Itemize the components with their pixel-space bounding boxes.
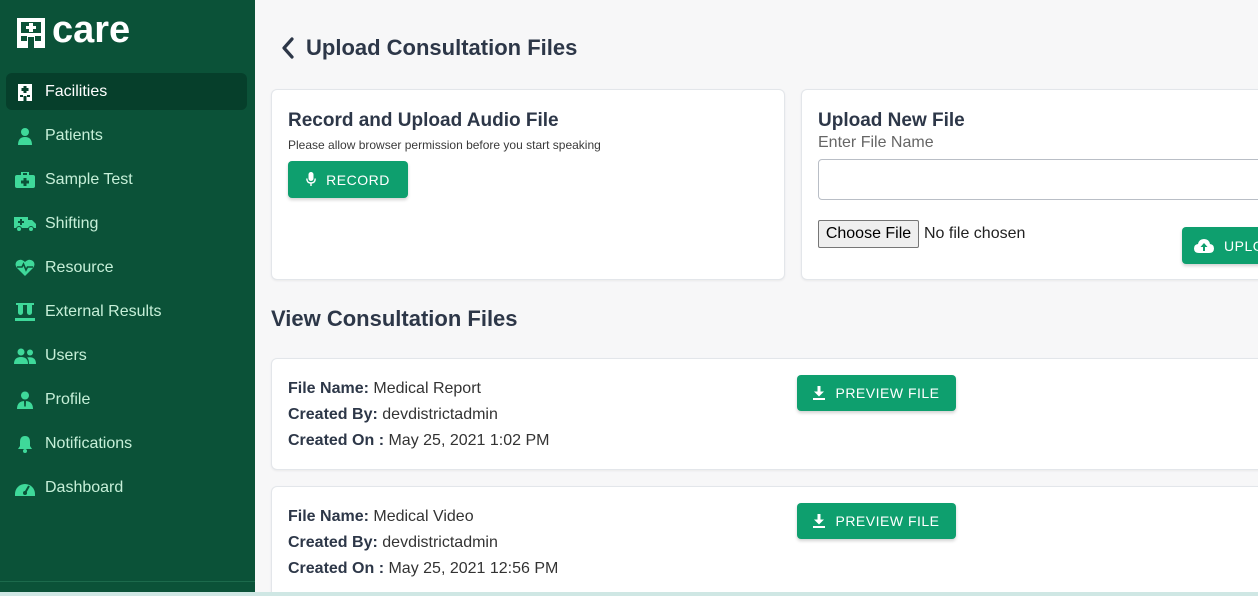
file-card: File Name: Medical Report Created By: de… <box>271 358 1258 470</box>
care-logo-icon <box>16 18 46 48</box>
file-name-row: File Name: Medical Report <box>288 380 481 398</box>
sidebar-item-label: Shifting <box>45 214 99 232</box>
chevron-left-icon[interactable] <box>278 34 298 62</box>
sidebar-item-label: Patients <box>45 126 103 144</box>
file-name-label: File Name: <box>288 508 369 525</box>
sidebar-divider <box>0 581 255 582</box>
sidebar-item-patients[interactable]: Patients <box>6 117 247 154</box>
record-card-title: Record and Upload Audio File <box>288 110 559 131</box>
sidebar-item-dashboard[interactable]: Dashboard <box>6 469 247 506</box>
medkit-icon <box>14 170 36 190</box>
created-on-label: Created On : <box>288 560 385 577</box>
upload-file-card: Upload New File Enter File Name Choose F… <box>801 89 1258 280</box>
test-tubes-icon <box>14 302 36 322</box>
preview-file-button[interactable]: PREVIEW FILE <box>797 375 956 411</box>
page-title: Upload Consultation Files <box>306 35 578 60</box>
created-by-label: Created By: <box>288 406 378 423</box>
file-name-label: Enter File Name <box>818 134 934 151</box>
tachometer-icon <box>14 478 36 498</box>
patient-icon <box>14 126 36 146</box>
sidebar-item-users[interactable]: Users <box>6 337 247 374</box>
sidebar-item-label: Users <box>45 346 87 364</box>
file-name-row: File Name: Medical Video <box>288 508 474 526</box>
bottom-strip <box>0 592 1258 596</box>
sidebar-item-label: Dashboard <box>45 478 124 496</box>
user-tie-icon <box>14 390 36 410</box>
preview-file-button[interactable]: PREVIEW FILE <box>797 503 956 539</box>
sidebar-item-label: External Results <box>45 302 162 320</box>
microphone-icon <box>306 172 317 187</box>
cloud-upload-icon <box>1194 238 1214 253</box>
sidebar-item-notifications[interactable]: Notifications <box>6 425 247 462</box>
record-button-label: RECORD <box>326 171 390 188</box>
page-header: Upload Consultation Files <box>278 34 577 62</box>
upload-card-title: Upload New File <box>818 110 965 131</box>
file-name-input[interactable] <box>818 159 1258 200</box>
record-button[interactable]: RECORD <box>288 161 408 198</box>
created-on-value: May 25, 2021 12:56 PM <box>388 560 559 577</box>
file-name-value: Medical Report <box>373 380 481 397</box>
heartbeat-icon <box>14 258 36 278</box>
hospital-icon <box>14 82 36 102</box>
download-icon <box>813 514 826 528</box>
sidebar-item-resource[interactable]: Resource <box>6 249 247 286</box>
upload-button-label: UPLO <box>1224 237 1258 254</box>
created-by-value: devdistrictadmin <box>382 406 498 423</box>
file-card: File Name: Medical Video Created By: dev… <box>271 486 1258 596</box>
sidebar-item-shifting[interactable]: Shifting <box>6 205 247 242</box>
created-by-label: Created By: <box>288 534 378 551</box>
sidebar-item-profile[interactable]: Profile <box>6 381 247 418</box>
sidebar-item-label: Profile <box>45 390 91 408</box>
no-file-chosen-text: No file chosen <box>924 225 1026 242</box>
created-on-row: Created On : May 25, 2021 12:56 PM <box>288 560 558 578</box>
created-by-row: Created By: devdistrictadmin <box>288 406 498 424</box>
permission-hint: Please allow browser permission before y… <box>288 138 601 152</box>
sidebar-item-label: Sample Test <box>45 170 133 188</box>
view-files-title: View Consultation Files <box>271 306 518 331</box>
users-icon <box>14 346 36 366</box>
record-audio-card: Record and Upload Audio File Please allo… <box>271 89 785 280</box>
created-on-row: Created On : May 25, 2021 1:02 PM <box>288 432 549 450</box>
sidebar-nav: Facilities Patients Sample Test Shifting… <box>6 73 247 513</box>
sidebar-item-sample-test[interactable]: Sample Test <box>6 161 247 198</box>
created-on-value: May 25, 2021 1:02 PM <box>388 432 550 449</box>
created-on-label: Created On : <box>288 432 385 449</box>
bell-icon <box>14 434 36 454</box>
sidebar-item-external-results[interactable]: External Results <box>6 293 247 330</box>
sidebar: care Facilities Patients Sample Test Shi… <box>0 0 255 596</box>
sidebar-item-label: Facilities <box>45 82 108 100</box>
care-logo[interactable]: care <box>16 10 130 50</box>
sidebar-item-label: Resource <box>45 258 114 276</box>
preview-file-label: PREVIEW FILE <box>835 513 940 529</box>
choose-file-label: Choose File <box>825 225 912 242</box>
sidebar-item-facilities[interactable]: Facilities <box>6 73 247 110</box>
preview-file-label: PREVIEW FILE <box>835 385 940 401</box>
file-name-label: File Name: <box>288 380 369 397</box>
created-by-row: Created By: devdistrictadmin <box>288 534 498 552</box>
file-name-value: Medical Video <box>373 508 474 525</box>
upload-button[interactable]: UPLO <box>1182 227 1258 264</box>
ambulance-icon <box>14 214 36 234</box>
choose-file-button[interactable]: Choose File <box>818 220 919 248</box>
sidebar-item-label: Notifications <box>45 434 133 452</box>
logo-text: care <box>52 9 131 51</box>
created-by-value: devdistrictadmin <box>382 534 498 551</box>
download-icon <box>813 386 826 400</box>
